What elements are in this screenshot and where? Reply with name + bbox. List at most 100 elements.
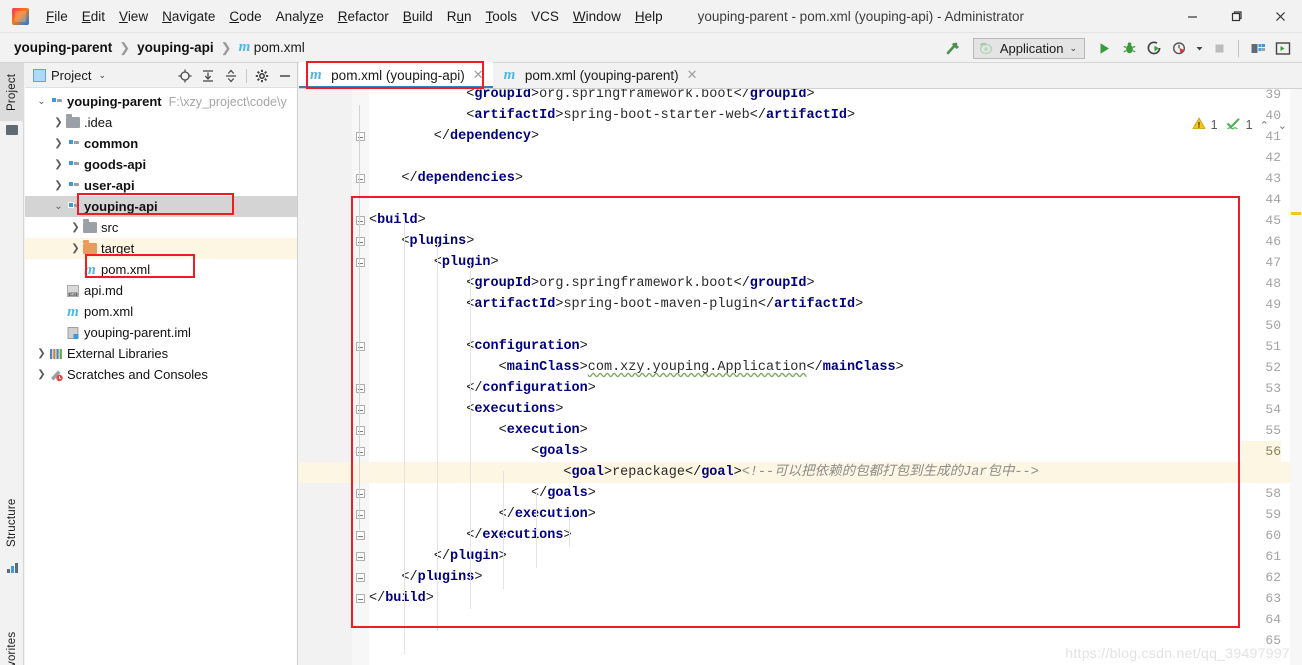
menu-item-code[interactable]: Code bbox=[222, 7, 268, 26]
profiler-icon[interactable] bbox=[1168, 37, 1190, 59]
breadcrumb-item-file[interactable]: pom.xml bbox=[254, 40, 305, 55]
collapse-all-icon[interactable] bbox=[223, 68, 239, 84]
tree-node-api-md[interactable]: MD api.md bbox=[25, 280, 297, 301]
code-line[interactable]: <plugins> bbox=[369, 231, 474, 252]
chevron-down-icon[interactable]: ⌄ bbox=[52, 201, 65, 212]
code-line[interactable]: </dependency> bbox=[369, 126, 539, 147]
run-icon[interactable] bbox=[1093, 37, 1115, 59]
menu-item-window[interactable]: Window bbox=[566, 7, 628, 26]
console-icon[interactable] bbox=[1272, 37, 1294, 59]
menu-item-build[interactable]: Build bbox=[396, 7, 440, 26]
menu-item-file[interactable]: File bbox=[39, 7, 75, 26]
code-line[interactable]: <artifactId>spring-boot-maven-plugin</ar… bbox=[369, 294, 863, 315]
code-line[interactable]: <groupId>org.springframework.boot</group… bbox=[369, 89, 814, 105]
project-tree[interactable]: ⌄ youping-parent F:\xzy_project\code\y ❯ .id… bbox=[25, 88, 297, 385]
fold-toggle-icon[interactable] bbox=[355, 210, 365, 231]
tree-node-scratches-and-consoles[interactable]: ❯ Scratches and Consoles bbox=[25, 364, 297, 385]
close-tab-icon[interactable]: ✕ bbox=[473, 67, 484, 83]
menu-item-analyze[interactable]: Analyze bbox=[269, 7, 331, 26]
maximize-icon[interactable] bbox=[1214, 1, 1258, 33]
locate-icon[interactable] bbox=[177, 68, 193, 84]
run-coverage-icon[interactable] bbox=[1143, 37, 1165, 59]
fold-toggle-icon[interactable] bbox=[355, 336, 365, 357]
editor-tab-inactive[interactable]: m pom.xml (youping-parent) ✕ bbox=[493, 62, 707, 88]
menu-item-view[interactable]: View bbox=[112, 7, 155, 26]
code-line[interactable]: <configuration> bbox=[369, 336, 588, 357]
code-line[interactable]: <plugin> bbox=[369, 252, 499, 273]
tool-window-tab-structure[interactable]: Structure bbox=[0, 488, 24, 558]
chevron-down-icon[interactable]: ⌄ bbox=[35, 96, 48, 107]
fold-toggle-icon[interactable] bbox=[355, 546, 365, 567]
code-lines[interactable]: <groupId>org.springframework.boot</group… bbox=[299, 89, 1302, 665]
breadcrumb-item-project[interactable]: youping-parent bbox=[14, 40, 112, 55]
fold-toggle-icon[interactable] bbox=[355, 441, 365, 462]
hammer-build-icon[interactable] bbox=[943, 37, 965, 59]
chevron-right-icon[interactable]: ❯ bbox=[69, 243, 82, 254]
close-tab-icon[interactable]: ✕ bbox=[687, 67, 698, 83]
warning-marker[interactable] bbox=[1291, 212, 1301, 215]
code-line[interactable]: <goal>repackage</goal><!--可以把依赖的包都打包到生成的… bbox=[299, 462, 1302, 483]
fold-toggle-icon[interactable] bbox=[355, 168, 365, 189]
tree-node-youping-parent[interactable]: ⌄ youping-parent F:\xzy_project\code\y bbox=[25, 91, 297, 112]
tree-node-target[interactable]: ❯ target bbox=[25, 238, 297, 259]
debug-icon[interactable] bbox=[1118, 37, 1140, 59]
breadcrumb-item-module[interactable]: youping-api bbox=[137, 40, 214, 55]
profiler-dropdown-icon[interactable] bbox=[1193, 37, 1205, 59]
project-structure-icon[interactable] bbox=[1247, 37, 1269, 59]
menu-item-run[interactable]: Run bbox=[440, 7, 479, 26]
menu-item-navigate[interactable]: Navigate bbox=[155, 7, 222, 26]
code-line[interactable]: </build> bbox=[369, 588, 434, 609]
chevron-right-icon[interactable]: ❯ bbox=[35, 348, 48, 359]
editor-scrollbar[interactable] bbox=[1290, 89, 1302, 665]
tree-node-youping-parent-iml[interactable]: youping-parent.iml bbox=[25, 322, 297, 343]
next-problem-icon[interactable]: ⌄ bbox=[1276, 119, 1289, 132]
tree-node-pom-xml[interactable]: m pom.xml bbox=[25, 301, 297, 322]
code-editor[interactable]: 3940414243444546474849505152535455565758… bbox=[299, 89, 1302, 665]
fold-toggle-icon[interactable] bbox=[355, 378, 365, 399]
close-icon[interactable] bbox=[1258, 1, 1302, 33]
menu-item-tools[interactable]: Tools bbox=[479, 7, 525, 26]
expand-all-icon[interactable] bbox=[200, 68, 216, 84]
chevron-right-icon[interactable]: ❯ bbox=[69, 222, 82, 233]
tree-node-user-api[interactable]: ❯ user-api bbox=[25, 175, 297, 196]
hide-panel-icon[interactable] bbox=[277, 68, 293, 84]
settings-gear-icon[interactable] bbox=[254, 68, 270, 84]
tree-node-goods-api[interactable]: ❯ goods-api bbox=[25, 154, 297, 175]
inspection-widget[interactable]: 1 1 ⌃ ⌄ bbox=[1191, 117, 1289, 133]
code-line[interactable]: </dependencies> bbox=[369, 168, 523, 189]
fold-toggle-icon[interactable] bbox=[355, 525, 365, 546]
fold-toggle-icon[interactable] bbox=[355, 504, 365, 525]
menu-item-refactor[interactable]: Refactor bbox=[331, 7, 396, 26]
code-line[interactable]: <executions> bbox=[369, 399, 563, 420]
code-line[interactable]: <build> bbox=[369, 210, 426, 231]
fold-toggle-icon[interactable] bbox=[355, 420, 365, 441]
tree-node-youping-api[interactable]: ⌄ youping-api bbox=[25, 196, 297, 217]
chevron-down-icon[interactable]: ⌄ bbox=[98, 70, 106, 81]
fold-toggle-icon[interactable] bbox=[355, 567, 365, 588]
code-line[interactable]: <groupId>org.springframework.boot</group… bbox=[369, 273, 814, 294]
chevron-right-icon[interactable]: ❯ bbox=[52, 180, 65, 191]
fold-toggle-icon[interactable] bbox=[355, 231, 365, 252]
menu-item-edit[interactable]: Edit bbox=[75, 7, 112, 26]
chevron-right-icon[interactable]: ❯ bbox=[52, 159, 65, 170]
tool-window-tab-favorites[interactable]: vorites bbox=[0, 618, 24, 665]
menu-item-help[interactable]: Help bbox=[628, 7, 670, 26]
minimize-icon[interactable] bbox=[1170, 1, 1214, 33]
tree-node-common[interactable]: ❯ common bbox=[25, 133, 297, 154]
fold-toggle-icon[interactable] bbox=[355, 252, 365, 273]
menu-item-vcs[interactable]: VCS bbox=[524, 7, 566, 26]
code-line[interactable]: <mainClass>com.xzy.youping.Application</… bbox=[369, 357, 904, 378]
fold-toggle-icon[interactable] bbox=[355, 483, 365, 504]
tree-node-pom-xml[interactable]: m pom.xml bbox=[25, 259, 297, 280]
tree-node-external-libraries[interactable]: ❯ External Libraries bbox=[25, 343, 297, 364]
code-line[interactable]: </plugins> bbox=[369, 567, 482, 588]
chevron-right-icon[interactable]: ❯ bbox=[52, 138, 65, 149]
fold-toggle-icon[interactable] bbox=[355, 399, 365, 420]
run-configuration-selector[interactable]: Application ⌄ bbox=[972, 37, 1085, 59]
fold-toggle-icon[interactable] bbox=[355, 588, 365, 609]
tree-node-src[interactable]: ❯ src bbox=[25, 217, 297, 238]
chevron-right-icon[interactable]: ❯ bbox=[52, 117, 65, 128]
chevron-right-icon[interactable]: ❯ bbox=[35, 369, 48, 380]
code-line[interactable]: <goals> bbox=[369, 441, 588, 462]
code-line[interactable]: <execution> bbox=[369, 420, 588, 441]
